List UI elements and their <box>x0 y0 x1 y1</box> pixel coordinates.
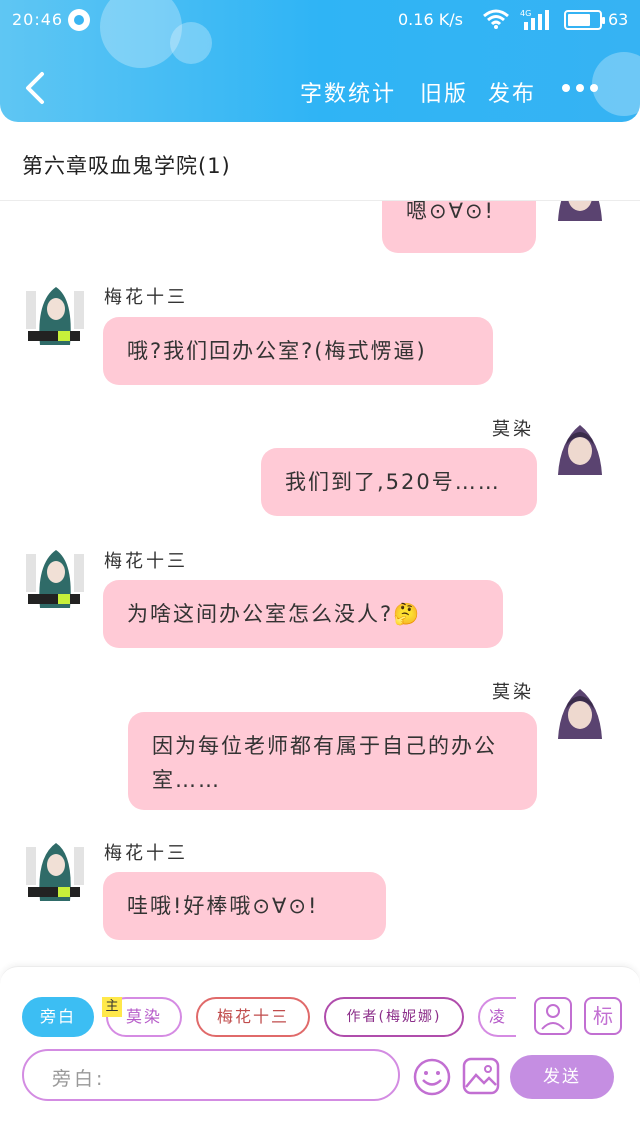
sender-name: 梅花十三 <box>104 551 188 572</box>
role-manage-icon[interactable] <box>534 997 572 1035</box>
role-chip-ling[interactable]: 凌 <box>478 997 516 1037</box>
avatar[interactable] <box>548 411 612 475</box>
message-text: 哦?我们回办公室?(梅式愣逼) <box>127 339 427 363</box>
emoji-icon[interactable] <box>412 1057 452 1097</box>
app-header: 20:46 0.16 K/s 4G 63 字数统计 旧版 发布 <box>0 0 640 122</box>
publish-button[interactable]: 发布 <box>488 76 536 108</box>
word-count-button[interactable]: 字数统计 <box>300 76 396 108</box>
status-bar: 20:46 0.16 K/s 4G 63 <box>0 0 640 40</box>
message-bubble[interactable]: 嗯⊙∀⊙! <box>382 201 536 253</box>
wifi-icon <box>483 9 509 29</box>
battery-icon <box>564 10 605 30</box>
image-icon[interactable] <box>462 1057 500 1095</box>
notification-app-icon <box>68 9 90 31</box>
old-version-button[interactable]: 旧版 <box>420 76 468 108</box>
avatar[interactable] <box>22 837 86 901</box>
main-role-badge: 主 <box>102 997 122 1017</box>
role-chip-narration[interactable]: 旁白 <box>22 997 94 1037</box>
message-text: 因为每位老师都有属于自己的办公室…… <box>152 734 497 792</box>
top-nav: 字数统计 旧版 发布 <box>0 62 640 116</box>
message-input[interactable]: 旁白: <box>22 1049 400 1101</box>
role-chip-author[interactable]: 作者(梅妮娜) <box>324 997 464 1037</box>
message-bubble[interactable]: 哇哦!好棒哦⊙∀⊙! <box>103 872 386 940</box>
message-bubble[interactable]: 我们到了,520号…… <box>261 448 537 516</box>
avatar[interactable] <box>548 201 612 221</box>
status-time: 20:46 <box>12 10 64 29</box>
message-text: 哇哦!好棒哦⊙∀⊙! <box>127 894 319 918</box>
avatar[interactable] <box>22 544 86 608</box>
message-bubble[interactable]: 哦?我们回办公室?(梅式愣逼) <box>103 317 493 385</box>
tag-icon[interactable]: 标 <box>584 997 622 1035</box>
role-chip-meihua[interactable]: 梅花十三 <box>196 997 310 1037</box>
avatar[interactable] <box>548 675 612 739</box>
send-button[interactable]: 发送 <box>510 1055 614 1099</box>
more-menu-icon[interactable] <box>560 84 600 94</box>
message-bubble[interactable]: 为啥这间办公室怎么没人?🤔 <box>103 580 503 648</box>
message-text: 我们到了,520号…… <box>285 470 501 494</box>
message-text: 为啥这间办公室怎么没人?🤔 <box>127 602 422 626</box>
signal-icon: 4G <box>520 9 549 30</box>
sender-name: 梅花十三 <box>104 287 188 308</box>
message-text: 嗯⊙∀⊙! <box>406 201 495 223</box>
composer-toolbar: 旁白 莫染 主 梅花十三 作者(梅妮娜) 凌 标 旁白: 发送 <box>0 966 640 1138</box>
message-bubble[interactable]: 因为每位老师都有属于自己的办公室…… <box>128 712 537 810</box>
chat-area: 嗯⊙∀⊙! 梅花十三 哦?我们回办公室?(梅式愣逼) 莫染 我们到了,520号…… <box>0 201 640 966</box>
back-arrow-icon[interactable] <box>20 68 52 108</box>
chapter-title[interactable]: 第六章吸血鬼学院(1) <box>22 150 231 180</box>
network-type: 4G <box>520 9 531 18</box>
network-speed: 0.16 K/s <box>398 10 463 29</box>
sender-name: 莫染 <box>492 419 534 440</box>
sender-name: 梅花十三 <box>104 843 188 864</box>
avatar[interactable] <box>22 281 86 345</box>
sender-name: 莫染 <box>492 682 534 703</box>
battery-level: 63 <box>608 10 629 29</box>
